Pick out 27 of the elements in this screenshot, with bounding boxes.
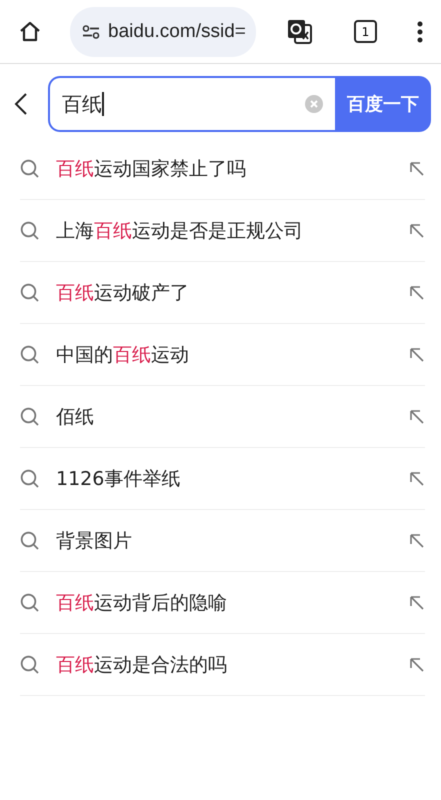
search-icon: [20, 468, 40, 488]
menu-icon[interactable]: [416, 20, 423, 42]
search-icon: [20, 592, 40, 612]
search-field[interactable]: 百纸: [48, 76, 335, 132]
search-icon: [20, 282, 40, 302]
suggestion-text[interactable]: 百纸运动国家禁止了吗: [56, 156, 393, 182]
search-icon: [20, 654, 40, 674]
site-settings-icon[interactable]: [82, 24, 100, 38]
suggestion-text[interactable]: 中国的百纸运动: [56, 342, 393, 368]
suggestion-text[interactable]: 1126事件举纸: [56, 466, 393, 492]
search-icon: [20, 344, 40, 364]
back-icon[interactable]: [14, 92, 28, 116]
search-button[interactable]: 百度一下: [335, 76, 431, 132]
suggestion-text[interactable]: 百纸运动是合法的吗: [56, 652, 393, 678]
suggestion-text[interactable]: 背景图片: [56, 528, 393, 554]
tab-count-button[interactable]: 1: [354, 20, 377, 43]
search-icon: [20, 158, 40, 178]
search-icon: [20, 530, 40, 550]
search-icon: [20, 220, 40, 240]
home-icon[interactable]: [18, 20, 42, 44]
suggestion-text[interactable]: 上海百纸运动是否是正规公司: [56, 218, 393, 244]
search-icon: [20, 406, 40, 426]
suggestion-text[interactable]: 百纸运动破产了: [56, 280, 393, 306]
suggestion-text[interactable]: 佰纸: [56, 404, 393, 430]
suggestion-text[interactable]: 百纸运动背后的隐喻: [56, 590, 393, 616]
url-text: baidu.com/ssid=: [108, 20, 246, 42]
address-bar[interactable]: baidu.com/ssid=: [70, 6, 256, 56]
